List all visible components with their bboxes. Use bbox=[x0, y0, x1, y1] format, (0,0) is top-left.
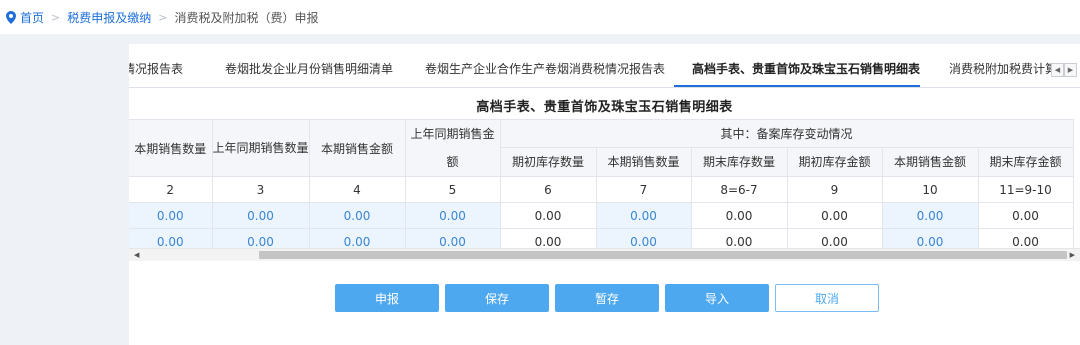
header-sub-col: 本期销售数量 bbox=[595, 146, 692, 178]
location-pin-icon bbox=[6, 10, 16, 24]
header-sub-col: 期末库存数量 bbox=[690, 146, 788, 178]
scrollbar-thumb[interactable] bbox=[259, 251, 1067, 259]
header-inventory-group: 其中：备案库存变动情况 bbox=[499, 119, 1074, 148]
index-cell: 8=6-7 bbox=[690, 176, 788, 203]
input-cell[interactable]: 0.00 bbox=[129, 202, 213, 229]
index-cell: 7 bbox=[595, 176, 692, 203]
input-cell[interactable]: 0.00 bbox=[595, 202, 692, 229]
table-title: 高档手表、贵重首饰及珠宝玉石销售明细表 bbox=[476, 100, 733, 115]
declare-button[interactable]: 申报 bbox=[335, 284, 439, 312]
save-button[interactable]: 保存 bbox=[445, 284, 549, 312]
cancel-button[interactable]: 取消 bbox=[775, 284, 879, 312]
index-cell: 9 bbox=[786, 176, 883, 203]
tab-bar: 情况报告表 卷烟批发企业月份销售明细清单 卷烟生产企业合作生产卷烟消费税情况报告… bbox=[129, 54, 1080, 88]
table-row: 0.00 0.00 0.00 0.00 0.00 0.00 0.00 0.00 … bbox=[129, 202, 1074, 229]
calc-cell: 0.00 bbox=[786, 202, 883, 229]
form-panel: 情况报告表 卷烟批发企业月份销售明细清单 卷烟生产企业合作生产卷烟消费税情况报告… bbox=[129, 44, 1080, 345]
tab-report-partial[interactable]: 情况报告表 bbox=[129, 54, 183, 88]
index-cell: 3 bbox=[211, 176, 310, 203]
action-buttons: 申报 保存 暂存 导入 取消 bbox=[129, 284, 1080, 312]
input-cell[interactable]: 0.00 bbox=[881, 202, 979, 229]
calc-cell: 0.00 bbox=[690, 202, 788, 229]
header-sub-col: 期初库存数量 bbox=[499, 146, 597, 178]
tab-surcharge-calc[interactable]: 消费税附加税费计算 bbox=[949, 54, 1057, 88]
index-cell: 2 bbox=[129, 176, 213, 203]
input-cell[interactable]: 0.00 bbox=[308, 202, 406, 229]
header-sub-col: 期末库存金额 bbox=[977, 146, 1074, 178]
header-sub-col: 期初库存金额 bbox=[786, 146, 883, 178]
calc-cell: 0.00 bbox=[977, 202, 1074, 229]
header-sub-col: 本期销售金额 bbox=[881, 146, 979, 178]
tab-luxury-sales-detail[interactable]: 高档手表、贵重首饰及珠宝玉石销售明细表 bbox=[692, 54, 920, 88]
header-prev-qty: 上年同期销售数量 bbox=[211, 119, 310, 177]
input-cell[interactable]: 0.00 bbox=[404, 202, 501, 229]
tab-cigarette-cooperation[interactable]: 卷烟生产企业合作生产卷烟消费税情况报告表 bbox=[425, 54, 665, 88]
index-row: 2 3 4 5 6 7 8=6-7 9 10 11=9-10 bbox=[129, 176, 1074, 203]
tab-scroll-right-icon[interactable]: ▶ bbox=[1064, 63, 1077, 77]
scroll-right-arrow-icon[interactable]: ▶ bbox=[1070, 251, 1075, 259]
tab-cigarette-wholesale[interactable]: 卷烟批发企业月份销售明细清单 bbox=[225, 54, 393, 88]
index-cell: 4 bbox=[308, 176, 406, 203]
scroll-left-arrow-icon[interactable]: ◀ bbox=[134, 251, 139, 259]
tab-scroll-controls: ◀ ▶ bbox=[1051, 63, 1077, 77]
calc-cell: 0.00 bbox=[499, 202, 597, 229]
breadcrumb-home-link[interactable]: 首页 bbox=[20, 9, 44, 26]
breadcrumb-current: 消费税及附加税（费）申报 bbox=[174, 10, 319, 25]
horizontal-scrollbar[interactable]: ◀ ▶ bbox=[129, 248, 1080, 261]
index-cell: 5 bbox=[404, 176, 501, 203]
breadcrumb-separator-icon: > bbox=[158, 10, 168, 24]
tab-scroll-left-icon[interactable]: ◀ bbox=[1051, 63, 1064, 77]
temp-save-button[interactable]: 暂存 bbox=[555, 284, 659, 312]
active-tab-indicator bbox=[674, 85, 920, 87]
index-cell: 11=9-10 bbox=[977, 176, 1074, 203]
breadcrumb-section-link[interactable]: 税费申报及缴纳 bbox=[67, 9, 151, 26]
header-current-qty: 本期销售数量 bbox=[129, 119, 213, 177]
breadcrumb: 首页 > 税费申报及缴纳 > 消费税及附加税（费）申报 bbox=[0, 0, 1080, 34]
index-cell: 6 bbox=[499, 176, 597, 203]
header-current-amt: 本期销售金额 bbox=[308, 119, 406, 177]
index-cell: 10 bbox=[881, 176, 979, 203]
import-button[interactable]: 导入 bbox=[665, 284, 769, 312]
sales-detail-table: 本期销售数量 上年同期销售数量 本期销售金额 上年同期销售金额 其中：备案库存变… bbox=[129, 119, 1074, 255]
input-cell[interactable]: 0.00 bbox=[211, 202, 310, 229]
breadcrumb-separator-icon: > bbox=[51, 10, 61, 24]
header-prev-amt: 上年同期销售金额 bbox=[404, 119, 501, 177]
